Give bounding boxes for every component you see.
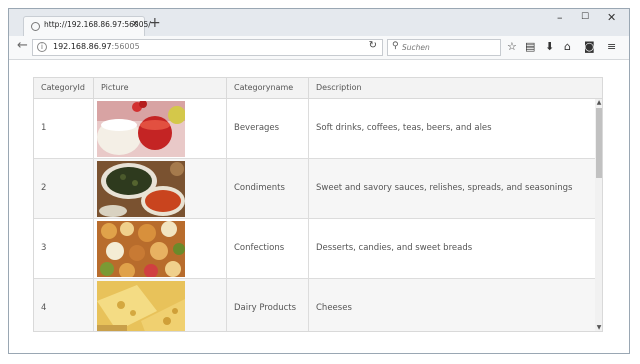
column-header-description[interactable]: Description (309, 78, 596, 98)
dairy-image (97, 281, 185, 331)
cell-categoryname: Confections (227, 219, 309, 278)
search-icon: ⚲ (392, 41, 399, 51)
column-header-categoryid[interactable]: CategoryId (34, 78, 94, 98)
search-box[interactable]: ⚲ Suchen (387, 39, 501, 56)
vertical-scrollbar[interactable]: ▲ ▼ (595, 99, 602, 331)
grid-header: CategoryId Picture Categoryname Descript… (34, 78, 602, 99)
scroll-up-arrow-icon[interactable]: ▲ (595, 99, 602, 107)
cell-categoryname: Beverages (227, 99, 309, 158)
cell-categoryname: Dairy Products (227, 279, 309, 331)
condiments-image (97, 161, 185, 217)
download-icon[interactable]: ⬇ (545, 40, 554, 54)
home-icon[interactable]: ⌂ (564, 40, 571, 54)
table-row[interactable]: 2 Condiments Sweet and savory sauces, re… (34, 159, 602, 219)
bookmark-star-icon[interactable]: ☆ (507, 40, 517, 54)
pocket-icon[interactable]: ◙ (584, 40, 595, 54)
menu-icon[interactable]: ≡ (607, 40, 616, 54)
cell-categoryid: 3 (34, 219, 94, 278)
url-host: 192.168.86.97 (53, 42, 112, 51)
cell-categoryid: 1 (34, 99, 94, 158)
cell-categoryid: 4 (34, 279, 94, 331)
cell-description: Desserts, candies, and sweet breads (316, 243, 473, 253)
cell-description: Sweet and savory sauces, relishes, sprea… (316, 183, 573, 193)
browser-tab[interactable]: http://192.168.86.97:56005/ × (23, 16, 151, 36)
tab-close-icon[interactable]: × (131, 19, 139, 29)
cell-description: Soft drinks, coffees, teas, beers, and a… (316, 123, 492, 133)
minimize-button[interactable]: – (557, 11, 563, 24)
table-row[interactable]: 4 Dairy Products Cheeses (34, 279, 602, 331)
url-text: 192.168.86.97:56005 (53, 42, 140, 51)
address-bar[interactable]: i 192.168.86.97:56005 ↻ (32, 39, 383, 56)
navigation-toolbar: ← i 192.168.86.97:56005 ↻ ⚲ Suchen ☆ ▤ ⬇… (9, 36, 629, 60)
page-favicon-icon (31, 22, 40, 31)
url-port: :56005 (111, 42, 140, 51)
close-window-button[interactable]: ✕ (607, 11, 616, 24)
info-icon[interactable]: i (37, 42, 47, 52)
beverages-image (97, 101, 185, 157)
browser-window: http://192.168.86.97:56005/ × + – ☐ ✕ ← … (8, 8, 630, 354)
column-header-picture[interactable]: Picture (94, 78, 227, 98)
scrollbar-thumb[interactable] (596, 108, 602, 178)
confections-image (97, 221, 185, 277)
scroll-down-arrow-icon[interactable]: ▼ (595, 324, 602, 331)
category-grid: CategoryId Picture Categoryname Descript… (33, 77, 603, 332)
column-header-categoryname[interactable]: Categoryname (227, 78, 309, 98)
cell-description: Cheeses (316, 303, 352, 313)
table-row[interactable]: 3 Confections Desserts, candies, and swe… (34, 219, 602, 279)
maximize-button[interactable]: ☐ (581, 12, 589, 22)
page-content: CategoryId Picture Categoryname Descript… (9, 60, 629, 353)
cell-categoryname: Condiments (227, 159, 309, 218)
clipboard-icon[interactable]: ▤ (525, 40, 535, 54)
back-arrow-icon[interactable]: ← (17, 38, 28, 53)
title-bar: http://192.168.86.97:56005/ × + – ☐ ✕ (9, 9, 629, 36)
table-row[interactable]: 1 Beverages Soft drinks, coffees, teas, … (34, 99, 602, 159)
cell-categoryid: 2 (34, 159, 94, 218)
reload-icon[interactable]: ↻ (369, 40, 377, 51)
search-placeholder: Suchen (402, 43, 430, 52)
new-tab-button[interactable]: + (149, 16, 161, 30)
